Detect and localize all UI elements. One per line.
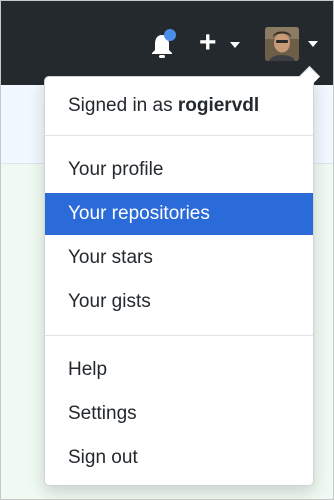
- create-new-button[interactable]: +: [199, 26, 249, 60]
- menu-item-your-repositories[interactable]: Your repositories: [45, 193, 313, 235]
- user-menu-button[interactable]: [265, 27, 321, 63]
- page-frame: + Signed in as rogiervdl Your profile Yo…: [0, 0, 334, 500]
- chevron-down-icon: [308, 41, 318, 47]
- plus-icon: +: [199, 26, 217, 59]
- signed-in-header: Signed in as rogiervdl: [68, 95, 259, 117]
- user-dropdown-menu: Signed in as rogiervdl Your profile Your…: [44, 65, 321, 486]
- signed-in-username: rogiervdl: [177, 95, 260, 116]
- top-header-bar: +: [1, 1, 333, 85]
- signed-in-prefix: Signed in as: [68, 95, 173, 116]
- menu-item-your-gists[interactable]: Your gists: [45, 281, 313, 323]
- menu-divider: [45, 135, 313, 136]
- menu-item-settings[interactable]: Settings: [45, 393, 313, 435]
- menu-item-your-stars[interactable]: Your stars: [45, 237, 313, 279]
- menu-item-help[interactable]: Help: [45, 349, 313, 391]
- menu-item-sign-out[interactable]: Sign out: [45, 437, 313, 479]
- avatar: [265, 27, 299, 61]
- bell-icon[interactable]: [149, 27, 179, 61]
- chevron-down-icon: [230, 42, 240, 48]
- menu-item-your-profile[interactable]: Your profile: [45, 149, 313, 191]
- menu-divider: [45, 335, 313, 336]
- notification-badge: [164, 29, 176, 41]
